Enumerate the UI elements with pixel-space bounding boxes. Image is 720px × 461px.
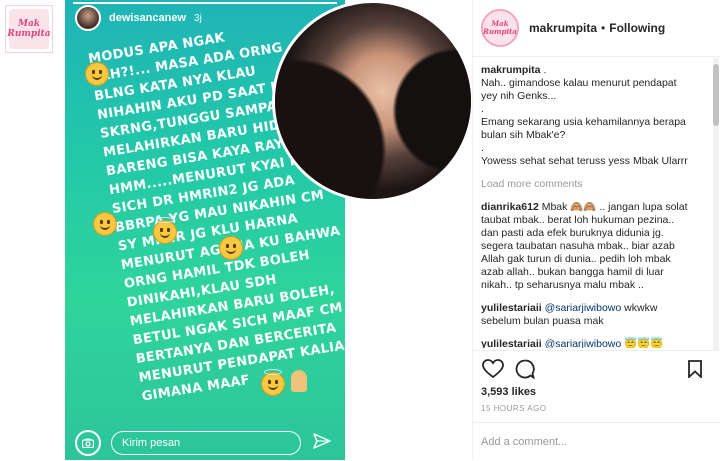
comment-username[interactable]: yulilestariaii — [481, 338, 542, 348]
halo-emoji-2 — [261, 369, 285, 396]
logo-badge: Mak Rumpita — [7, 9, 51, 49]
comment-mention[interactable]: @sariarjiwibowo — [545, 338, 622, 348]
wink-emoji — [85, 62, 109, 86]
add-comment-input[interactable]: Add a comment... — [473, 422, 720, 461]
caption-line: Emang sekarang usia kehamilannya berapa — [481, 116, 686, 128]
comment-text: nikah.. tp seharusnya malu mbak .. — [481, 279, 644, 291]
comment-text: azab allah.. bukan bangga hamil di luar — [481, 266, 664, 278]
caption-line: Nah.. gimandose kalau menurut pendapat — [481, 77, 677, 89]
comment-text: sebelum bulan puasa mak — [481, 315, 604, 327]
caption: makrumpita . Nah.. gimandose kalau menur… — [481, 64, 707, 168]
following-button[interactable]: Following — [609, 21, 665, 35]
story-avatar[interactable] — [75, 5, 101, 31]
caption-line: . — [481, 103, 484, 115]
camera-button[interactable] — [75, 430, 101, 456]
load-more-comments[interactable]: Load more comments — [481, 178, 707, 191]
comment-button[interactable] — [513, 357, 537, 381]
post-time: 15 HOURS AGO — [481, 404, 547, 413]
caption-line: yey nih Genks... — [481, 90, 557, 102]
comment-mention[interactable]: @sariarjiwibowo — [545, 302, 622, 314]
logo-word-2: Rumpita — [7, 29, 51, 39]
caption-line: . — [481, 142, 484, 154]
halo-emoji — [153, 217, 177, 244]
story-footer: Kirim pesan — [65, 426, 345, 460]
comment-username[interactable]: yulilestariaii — [481, 302, 542, 314]
comment-icon — [515, 359, 535, 379]
caption-line: Yowess sehat sehat teruss yess Mbak Ular… — [481, 155, 688, 167]
grin-emoji — [93, 212, 117, 236]
comment-text: taubat mbak.. berat loh hukuman pezina.. — [481, 214, 675, 226]
comment-text: segera taubatan nasuha mbak.. biar azab — [481, 240, 675, 252]
post-username[interactable]: makrumpita — [529, 21, 597, 35]
comment-item: dianrika612 Mbak 🙈🙈 .. jangan lupa solat… — [481, 201, 707, 292]
post-avatar[interactable]: Mak Rumpita — [481, 9, 519, 47]
post-header: Mak Rumpita makrumpita • Following — [473, 0, 720, 57]
send-button[interactable] — [313, 432, 331, 455]
like-button[interactable] — [481, 357, 505, 381]
caption-suffix: . — [540, 64, 547, 76]
caption-username[interactable]: makrumpita — [481, 64, 541, 76]
pray-emoji — [291, 370, 307, 392]
bookmark-icon — [688, 360, 702, 378]
comment-text: dan pasti ada efek buruknya didunia jg. — [481, 227, 664, 239]
logo-word-1: Mak — [17, 19, 41, 29]
story-username[interactable]: dewisancanew — [109, 12, 186, 24]
scrollbar-thumb[interactable] — [713, 64, 719, 126]
send-icon — [313, 432, 331, 449]
portrait-hair — [275, 3, 471, 199]
story-reply-input[interactable]: Kirim pesan — [111, 431, 301, 455]
likes-count[interactable]: 3,593 likes — [481, 386, 536, 398]
comment-item: yulilestariaii @sariarjiwibowo 😇😇😇 — [481, 338, 707, 348]
comment-text: wkwkw — [621, 302, 658, 314]
caption-line: bulan sih Mbak'e? — [481, 129, 566, 141]
comment-text: Allah gak turun di dunia.. pedih loh mba… — [481, 253, 671, 265]
post-panel: Mak Rumpita makrumpita • Following makru… — [472, 0, 720, 460]
header-separator: • — [601, 21, 606, 35]
reply-placeholder: Kirim pesan — [122, 437, 181, 449]
camera-icon — [82, 438, 94, 448]
save-button[interactable] — [683, 357, 707, 381]
add-comment-placeholder: Add a comment... — [481, 436, 568, 448]
action-bar — [473, 350, 720, 387]
portrait-photo — [272, 0, 474, 202]
heart-icon — [482, 359, 504, 379]
avatar-word-2: Rumpita — [483, 27, 517, 36]
comment-item: yulilestariaii @sariarjiwibowo wkwkw seb… — [481, 302, 707, 328]
comment-text: 😇😇😇 — [621, 338, 664, 348]
site-logo[interactable]: Mak Rumpita — [5, 5, 53, 53]
story-time: 3j — [194, 12, 202, 24]
smirk-emoji — [219, 236, 243, 260]
comment-text: Mbak 🙈🙈 .. jangan lupa solat — [538, 201, 688, 213]
comments-list: makrumpita . Nah.. gimandose kalau menur… — [481, 64, 707, 348]
comment-username[interactable]: dianrika612 — [481, 201, 539, 213]
comments-scrollbar[interactable] — [713, 58, 719, 350]
